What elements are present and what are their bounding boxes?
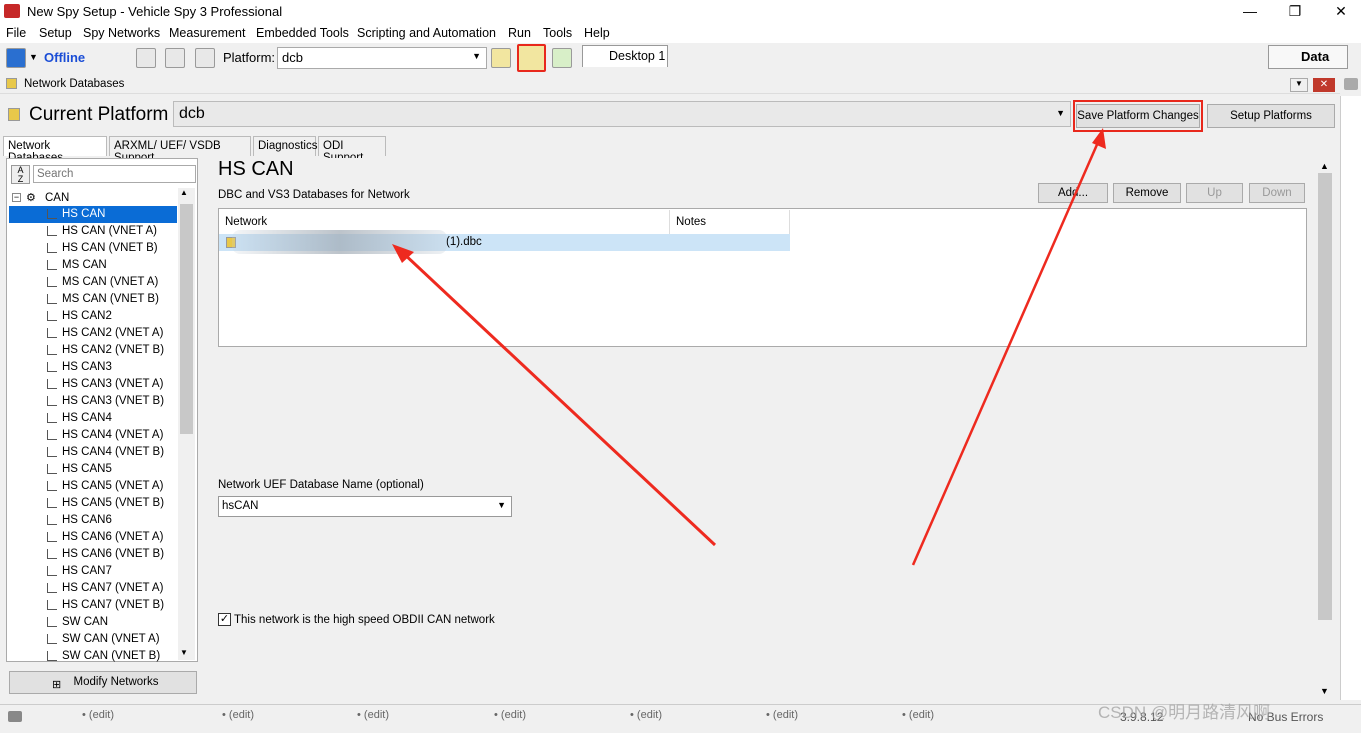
edit-label: (edit): [228, 709, 254, 721]
camera-icon[interactable]: [8, 711, 22, 722]
status-edit-2[interactable]: • (edit): [222, 709, 254, 721]
edit-label: (edit): [908, 709, 934, 721]
annotation-arrows: [392, 128, 1106, 566]
edit-label: (edit): [88, 709, 114, 721]
status-edit-3[interactable]: • (edit): [357, 709, 389, 721]
status-edit-4[interactable]: • (edit): [494, 709, 526, 721]
status-edit-1[interactable]: • (edit): [82, 709, 114, 721]
edit-label: (edit): [772, 709, 798, 721]
watermark: CSDN @明月路清风啊: [1098, 703, 1271, 722]
edit-label: (edit): [363, 709, 389, 721]
status-edit-5[interactable]: • (edit): [630, 709, 662, 721]
edit-label: (edit): [636, 709, 662, 721]
status-edit-7[interactable]: • (edit): [902, 709, 934, 721]
edit-label: (edit): [500, 709, 526, 721]
status-edit-6[interactable]: • (edit): [766, 709, 798, 721]
